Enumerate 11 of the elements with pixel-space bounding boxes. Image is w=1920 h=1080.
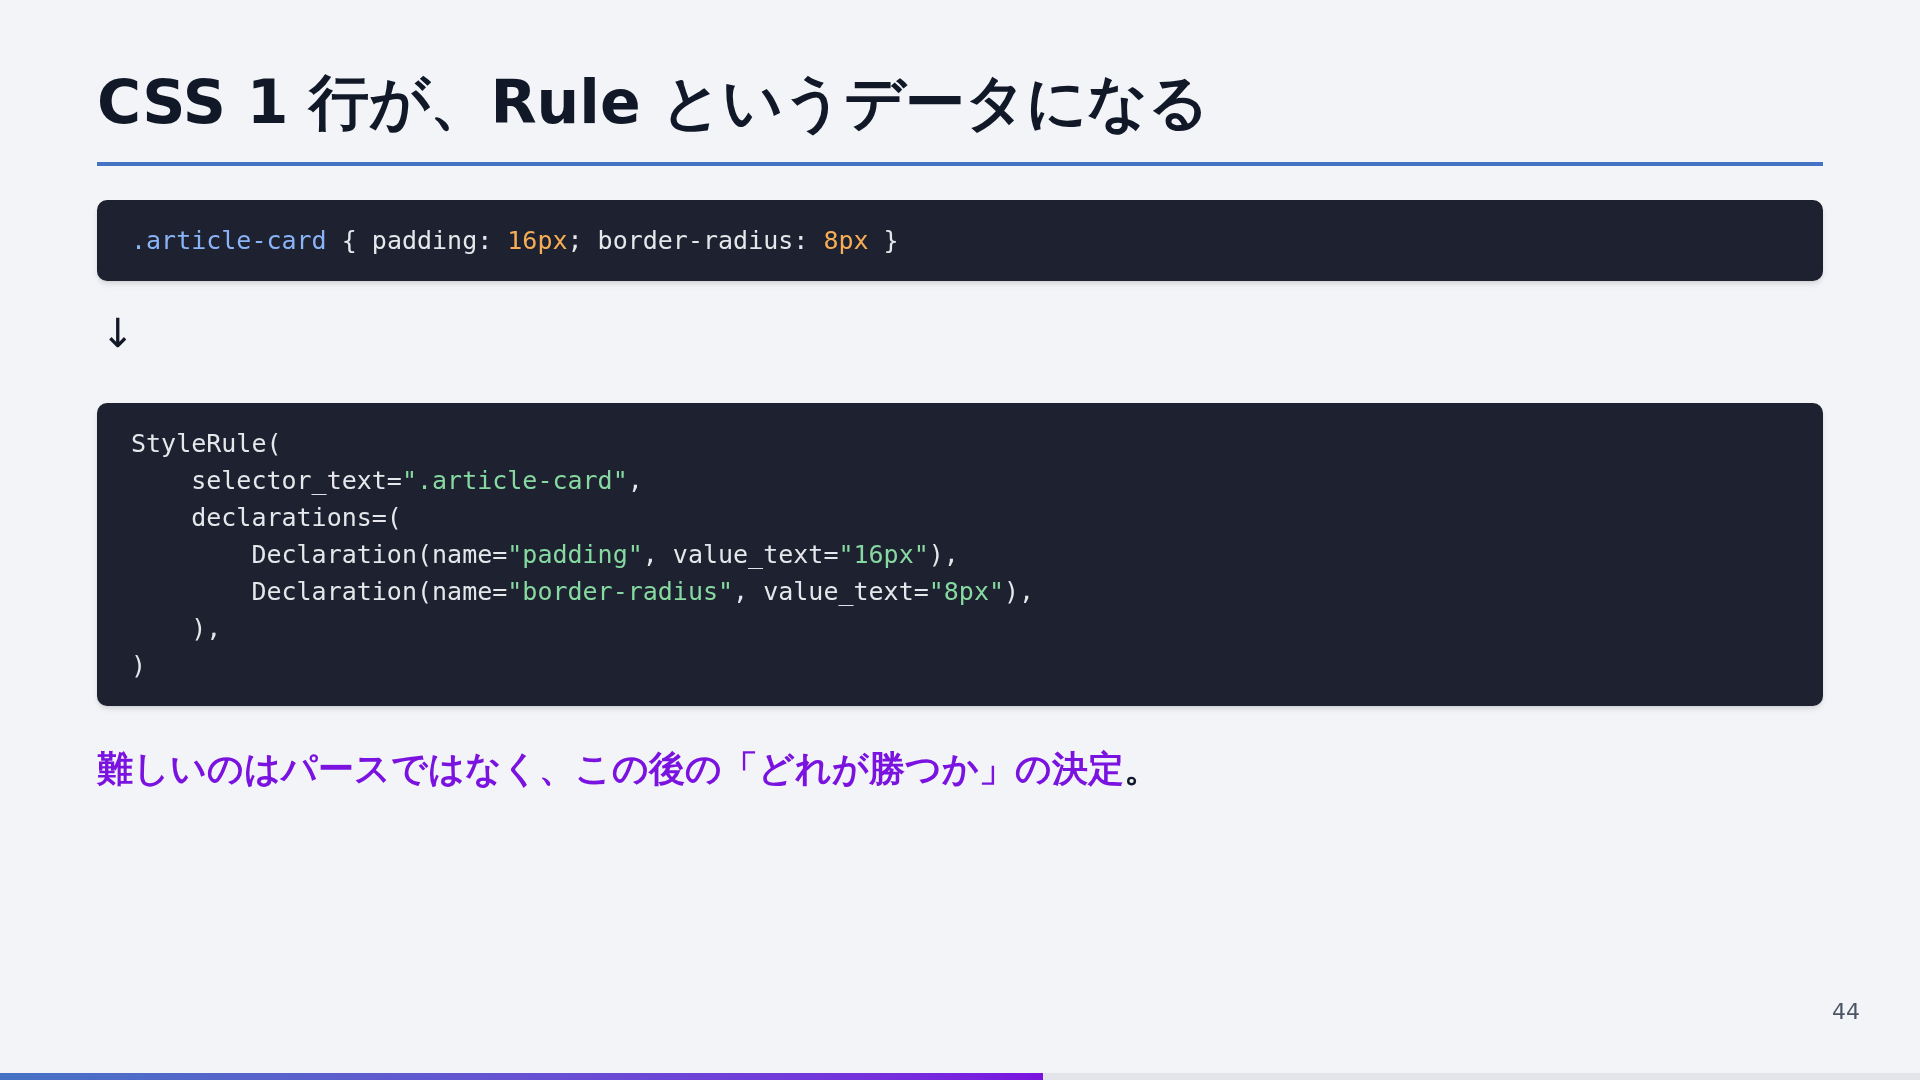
code-line: .article-card { padding: 16px; border-radius: 8px } <box>131 225 899 257</box>
code-line: ), <box>190 613 222 645</box>
code-line: StyleRule( <box>131 428 282 460</box>
code-line: Declaration(name="padding", value_text="16px"), <box>250 539 959 571</box>
code-line: ) <box>131 650 147 682</box>
page-number: 44 <box>1832 998 1860 1026</box>
code-line: Declaration(name="border-radius", value_text="8px"), <box>250 576 1035 608</box>
takeaway-text: 難しいのはパースではなく、この後の「どれが勝つか」の決定。 <box>97 747 1160 791</box>
code-line: selector_text=".article-card", <box>190 465 643 497</box>
code-line: declarations=( <box>190 502 402 534</box>
down-arrow: ↓ <box>101 313 135 353</box>
